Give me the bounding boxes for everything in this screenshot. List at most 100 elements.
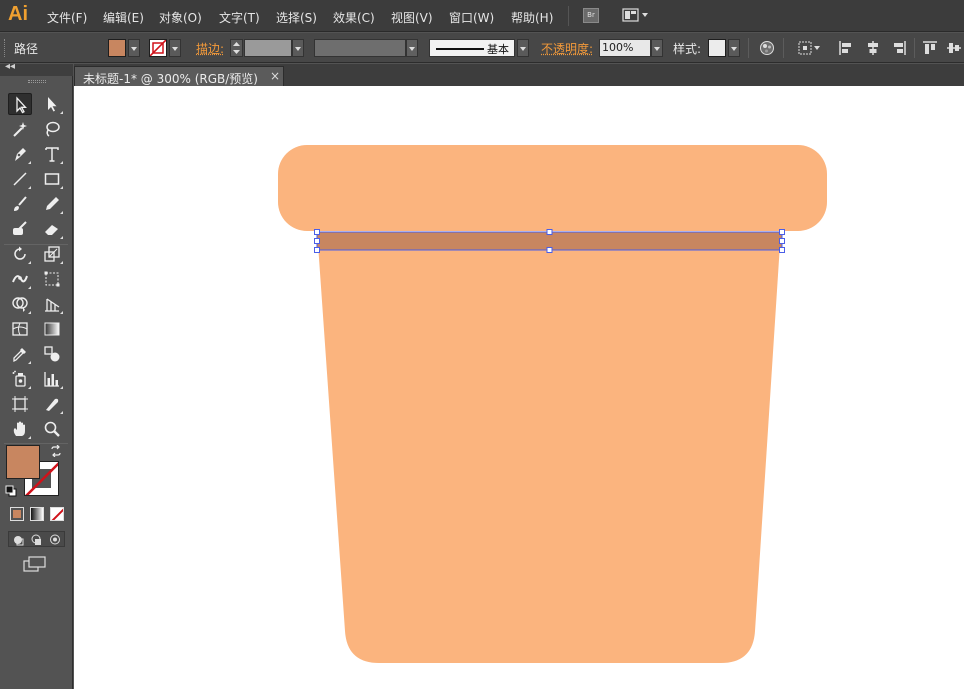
fill-dropdown[interactable]: [128, 39, 140, 57]
type-tool[interactable]: [40, 143, 64, 165]
artboard-tool[interactable]: [8, 393, 32, 415]
selection-handle[interactable]: [779, 238, 785, 244]
menu-help[interactable]: 帮助(H): [511, 9, 553, 26]
brush-definition-dropdown[interactable]: [517, 39, 529, 57]
align-vertical-center-icon[interactable]: [946, 40, 962, 56]
menu-object[interactable]: 对象(O): [159, 9, 202, 26]
collapse-icon[interactable]: ◂◂: [5, 61, 15, 72]
lasso-tool[interactable]: [40, 118, 64, 140]
selection-tool[interactable]: [8, 93, 32, 115]
stroke-weight-dropdown[interactable]: [292, 39, 304, 57]
magic-wand-tool[interactable]: [8, 118, 32, 140]
selection-handle[interactable]: [546, 247, 553, 253]
graphic-style-dropdown[interactable]: [728, 39, 740, 57]
gradient-tool[interactable]: [40, 318, 64, 340]
menu-select[interactable]: 选择(S): [276, 9, 317, 26]
align-right-icon[interactable]: [891, 40, 907, 56]
close-icon[interactable]: ×: [270, 69, 280, 83]
pen-tool[interactable]: [8, 143, 32, 165]
eyedropper-icon: [13, 348, 26, 363]
draw-normal-icon[interactable]: [11, 533, 27, 546]
control-separator: [783, 38, 784, 58]
variable-width-dropdown[interactable]: [406, 39, 418, 57]
selection-handle[interactable]: [314, 238, 320, 244]
workspace-switcher-button[interactable]: [622, 8, 650, 23]
mesh-tool[interactable]: [8, 318, 32, 340]
menu-view[interactable]: 视图(V): [391, 9, 433, 26]
menu-separator: [568, 6, 569, 26]
blob-brush-tool[interactable]: [8, 218, 32, 240]
blob-brush-icon: [13, 221, 27, 235]
slice-tool[interactable]: [40, 393, 64, 415]
artboard-canvas[interactable]: [74, 86, 964, 689]
stroke-weight-stepper[interactable]: [230, 39, 243, 57]
gradient-mode-button[interactable]: [30, 507, 44, 521]
tools-panel-grip[interactable]: [28, 80, 46, 83]
fill-color-front[interactable]: [6, 445, 40, 479]
menu-window[interactable]: 窗口(W): [449, 9, 494, 26]
scale-tool[interactable]: [40, 243, 64, 265]
perspective-grid-tool[interactable]: [40, 293, 64, 315]
opacity-input[interactable]: 100%: [599, 39, 651, 57]
align-top-icon[interactable]: [922, 40, 938, 56]
screen-mode-button[interactable]: [23, 555, 47, 573]
paintbrush-tool[interactable]: [8, 193, 32, 215]
tools-panel-header[interactable]: ◂◂: [0, 61, 73, 76]
blend-tool[interactable]: [40, 343, 64, 365]
menu-effect[interactable]: 效果(C): [333, 9, 375, 26]
opacity-dropdown[interactable]: [651, 39, 663, 57]
stroke-weight-input[interactable]: [244, 39, 292, 57]
stroke-none-swatch[interactable]: [149, 39, 167, 57]
brush-definition-field[interactable]: 基本: [429, 39, 515, 57]
selection-handle[interactable]: [779, 247, 785, 253]
bridge-button[interactable]: Br: [583, 8, 599, 23]
selection-handle[interactable]: [314, 229, 320, 235]
width-tool-icon: [12, 275, 28, 283]
selection-handle[interactable]: [546, 229, 553, 235]
menu-file[interactable]: 文件(F): [47, 9, 87, 26]
rotate-tool[interactable]: [8, 243, 32, 265]
control-bar-grip[interactable]: [4, 39, 7, 57]
menu-edit[interactable]: 编辑(E): [103, 9, 144, 26]
default-fill-stroke-icon[interactable]: [5, 485, 17, 497]
width-tool[interactable]: [8, 268, 32, 290]
symbol-sprayer-tool[interactable]: [8, 368, 32, 390]
align-center-icon[interactable]: [865, 40, 881, 56]
fill-color-swatch[interactable]: [108, 39, 126, 57]
direct-selection-arrow-icon: [48, 97, 57, 112]
pot-body-shape[interactable]: [318, 244, 780, 663]
zoom-tool[interactable]: [40, 418, 64, 440]
none-mode-button[interactable]: [50, 507, 64, 521]
pot-rim-shape[interactable]: [278, 145, 827, 231]
free-transform-tool[interactable]: [40, 268, 64, 290]
stroke-dropdown[interactable]: [169, 39, 181, 57]
tools-divider: [4, 443, 68, 444]
color-mode-button[interactable]: [10, 507, 24, 521]
shape-builder-tool[interactable]: [8, 293, 32, 315]
pencil-tool[interactable]: [40, 193, 64, 215]
opacity-label[interactable]: 不透明度:: [541, 40, 593, 57]
graphic-style-swatch[interactable]: [708, 39, 726, 57]
draw-inside-icon[interactable]: [47, 533, 63, 546]
draw-behind-icon[interactable]: [29, 533, 45, 546]
selection-handle[interactable]: [314, 247, 320, 253]
eraser-tool[interactable]: [40, 218, 64, 240]
eyedropper-tool[interactable]: [8, 343, 32, 365]
swap-fill-stroke-icon[interactable]: [50, 444, 62, 458]
menu-type[interactable]: 文字(T): [219, 9, 260, 26]
hand-tool[interactable]: [8, 418, 32, 440]
column-graph-tool[interactable]: [40, 368, 64, 390]
stroke-label[interactable]: 描边:: [196, 40, 224, 57]
rectangle-tool[interactable]: [40, 168, 64, 190]
align-left-icon[interactable]: [838, 40, 854, 56]
selection-handle[interactable]: [779, 229, 785, 235]
variable-width-profile[interactable]: [314, 39, 406, 57]
recolor-artwork-icon[interactable]: [759, 40, 775, 56]
magnifier-icon: [44, 421, 60, 437]
transform-grid-icon[interactable]: [798, 40, 820, 56]
line-segment-tool[interactable]: [8, 168, 32, 190]
perspective-grid-icon: [45, 298, 60, 312]
direct-selection-tool[interactable]: [40, 93, 64, 115]
hand-icon: [13, 421, 25, 436]
document-tab[interactable]: 未标题-1* @ 300% (RGB/预览) ×: [74, 66, 284, 86]
